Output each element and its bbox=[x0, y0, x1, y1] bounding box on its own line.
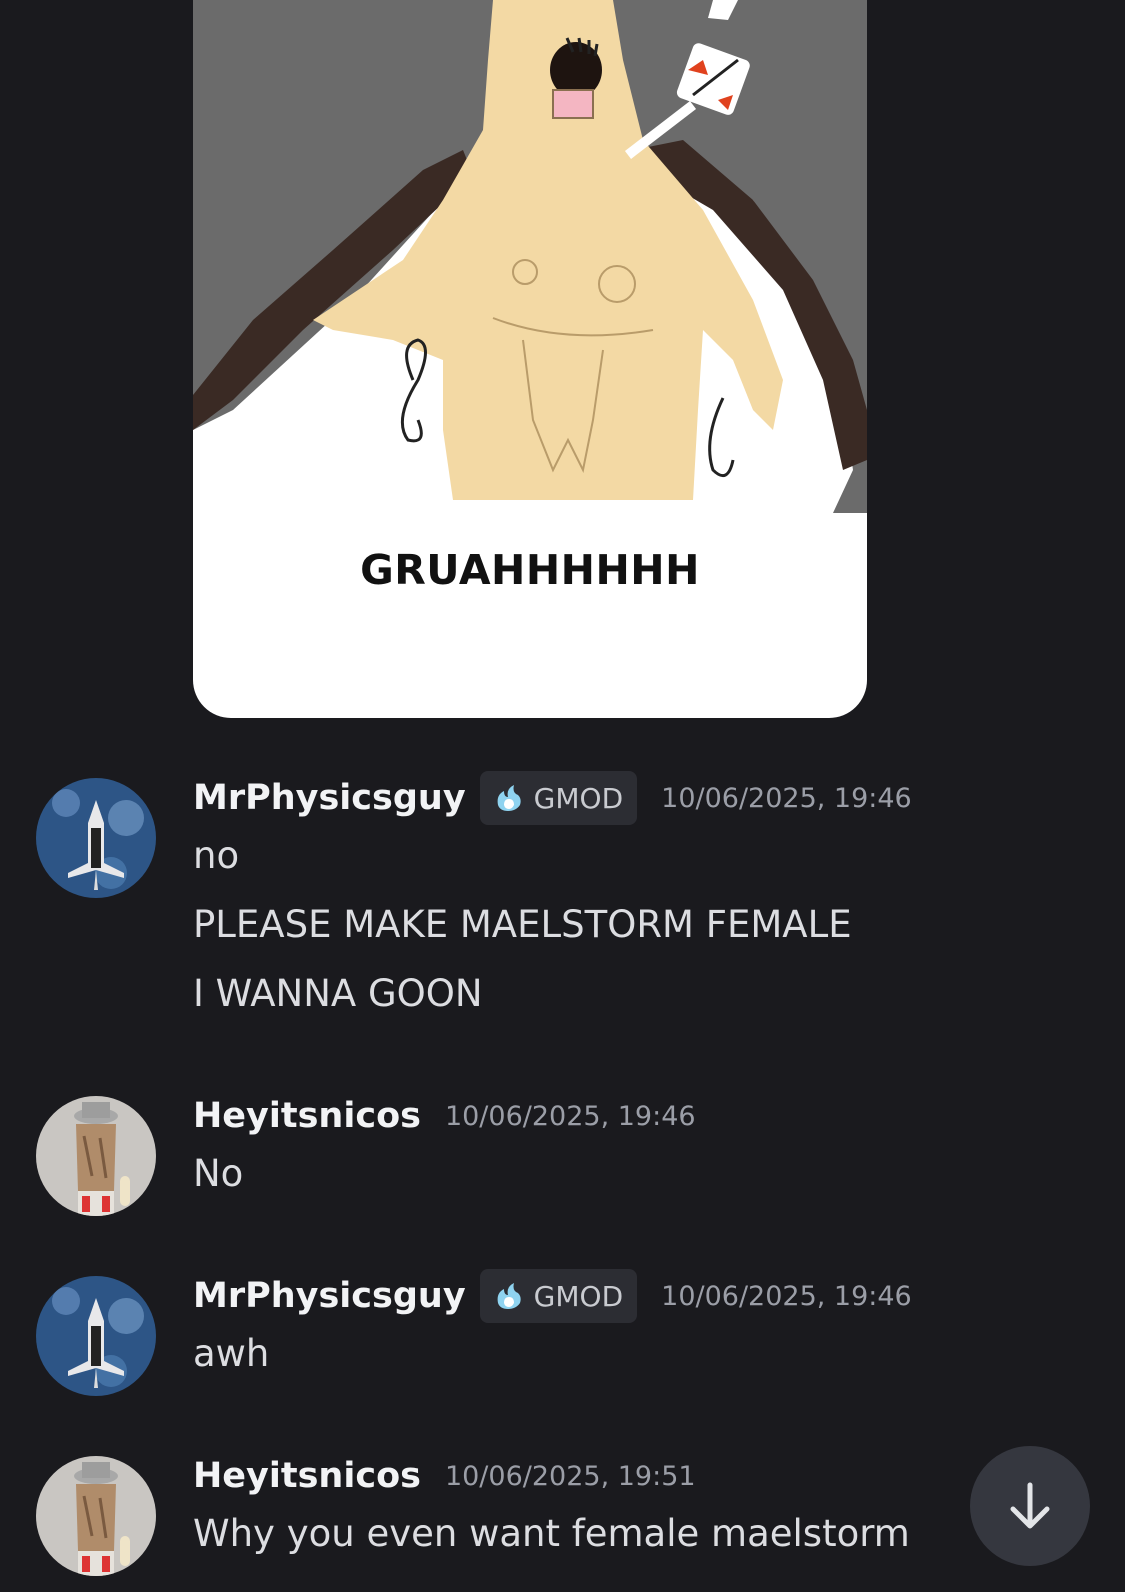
username[interactable]: Heyitsnicos bbox=[193, 1096, 421, 1136]
timestamp: 10/06/2025, 19:51 bbox=[444, 1460, 696, 1492]
username[interactable]: Heyitsnicos bbox=[193, 1456, 421, 1496]
username[interactable]: MrPhysicsguy bbox=[193, 778, 466, 818]
image-caption: GRUAHHHHHH bbox=[360, 546, 700, 594]
tag-label: GMOD bbox=[533, 1279, 624, 1313]
drawing-image bbox=[193, 0, 867, 513]
timestamp: 10/06/2025, 19:46 bbox=[444, 1100, 696, 1132]
server-tag[interactable]: GMOD bbox=[479, 771, 638, 825]
jump-to-bottom-button[interactable] bbox=[970, 1446, 1090, 1566]
arrow-down-icon bbox=[1010, 1482, 1050, 1529]
figure-with-hat-avatar[interactable] bbox=[36, 1096, 156, 1216]
flame-badge-icon bbox=[497, 785, 521, 811]
tag-label: GMOD bbox=[533, 781, 624, 815]
message-text: no bbox=[193, 834, 240, 877]
message-text: awh bbox=[193, 1332, 270, 1375]
timestamp: 10/06/2025, 19:46 bbox=[661, 1280, 912, 1312]
timestamp: 10/06/2025, 19:46 bbox=[661, 782, 912, 814]
image-attachment[interactable]: GRUAHHHHHH bbox=[193, 0, 867, 718]
message-text: Why you even want female maelstorm bbox=[193, 1512, 910, 1555]
message-text: PLEASE MAKE MAELSTORM FEMALE bbox=[193, 903, 852, 946]
space-shuttle-avatar[interactable] bbox=[36, 1276, 156, 1396]
server-tag[interactable]: GMOD bbox=[479, 1269, 638, 1323]
figure-with-hat-avatar[interactable] bbox=[36, 1456, 156, 1576]
flame-badge-icon bbox=[497, 1283, 521, 1309]
username[interactable]: MrPhysicsguy bbox=[193, 1276, 466, 1316]
message-text: I WANNA GOON bbox=[193, 972, 483, 1015]
message-text: No bbox=[193, 1152, 244, 1195]
space-shuttle-avatar[interactable] bbox=[36, 778, 156, 898]
